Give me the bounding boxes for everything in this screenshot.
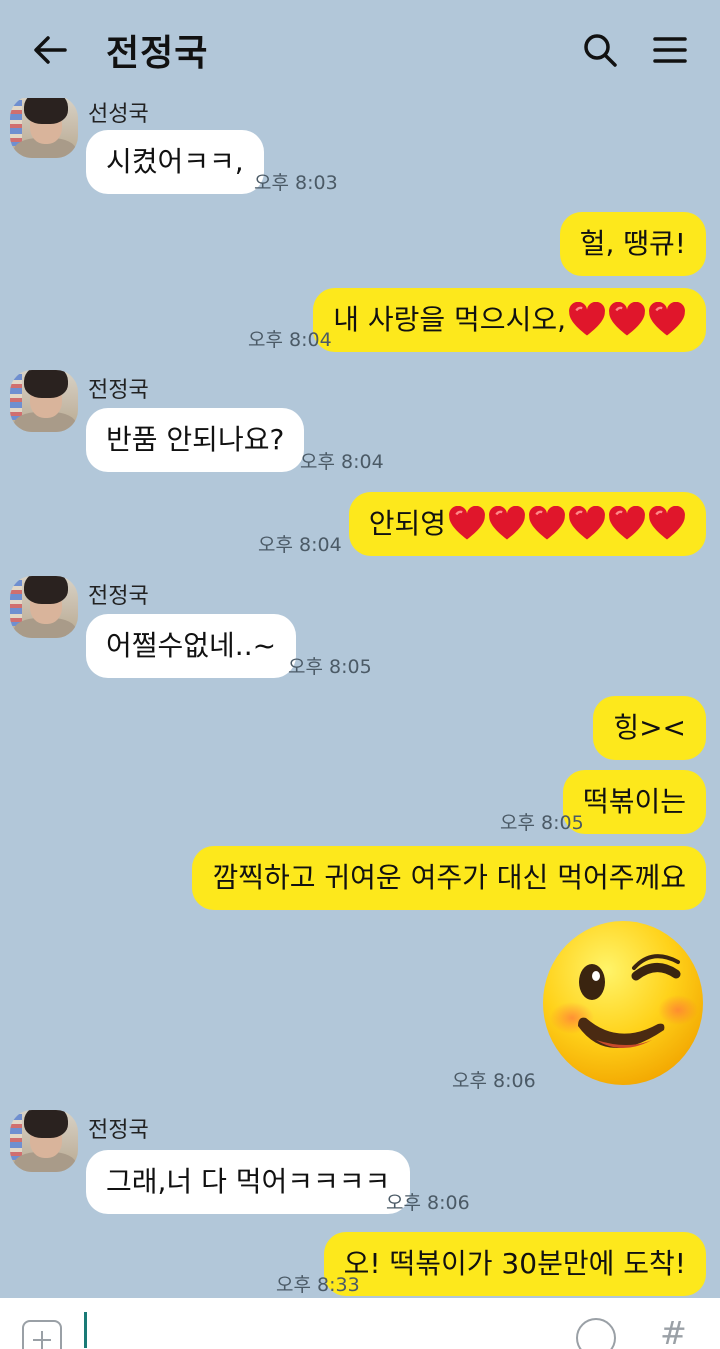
message-bubble-outgoing[interactable]: 힝><: [593, 696, 706, 760]
message-text: 깜찍하고 귀여운 여주가 대신 먹어주께요: [212, 861, 686, 894]
message-input-bar: #: [0, 1298, 720, 1349]
message-time: 오후 8:04: [300, 451, 384, 473]
message-time: 오후 8:33: [276, 1274, 360, 1296]
message-text: 떡볶이는: [582, 785, 686, 818]
message-time: 오후 8:06: [452, 1070, 536, 1092]
plus-icon[interactable]: [22, 1320, 62, 1349]
heart-icon: [649, 302, 685, 336]
message-text: 내 사랑을 먹으시오,: [333, 303, 566, 336]
heart-icon: [489, 506, 525, 540]
avatar[interactable]: [10, 576, 78, 638]
message-text: 안되영: [368, 507, 446, 540]
menu-icon: [653, 37, 687, 63]
message-bubble-outgoing[interactable]: 헐, 땡큐!: [559, 212, 706, 276]
arrow-left-icon: [34, 36, 67, 64]
message-bubble-incoming[interactable]: 시켰어ㅋㅋ,: [86, 130, 264, 194]
sender-name: 전정국: [88, 1118, 149, 1143]
sender-name: 선성국: [88, 102, 149, 127]
heart-icon: [609, 506, 645, 540]
message-bubble-incoming[interactable]: 어쩔수없네..~: [86, 614, 297, 678]
avatar[interactable]: [10, 96, 78, 158]
menu-button[interactable]: [648, 28, 692, 72]
message-input[interactable]: [84, 1312, 87, 1348]
message-text: 시켰어ㅋㅋ,: [106, 145, 244, 178]
heart-icon: [569, 302, 605, 336]
message-bubble-outgoing[interactable]: 내 사랑을 먹으시오,: [313, 288, 706, 352]
back-button[interactable]: [28, 28, 72, 72]
heart-emoji-group: [568, 302, 686, 338]
heart-icon: [569, 506, 605, 540]
message-text: 헐, 땡큐!: [579, 227, 686, 260]
sender-name: 전정국: [88, 378, 149, 403]
message-bubble-incoming[interactable]: 반품 안되나요?: [86, 408, 305, 472]
search-icon: [584, 34, 617, 67]
heart-icon: [449, 506, 485, 540]
message-text: 오! 떡볶이가 30분만에 도착!: [343, 1247, 686, 1280]
avatar[interactable]: [10, 1110, 78, 1172]
chat-header: 전정국: [0, 0, 720, 98]
search-button[interactable]: [578, 28, 622, 72]
chat-title: 전정국: [106, 33, 209, 74]
heart-icon: [609, 302, 645, 336]
message-text: 어쩔수없네..~: [106, 629, 277, 662]
hash-button[interactable]: #: [660, 1314, 687, 1349]
heart-icon: [649, 506, 685, 540]
winking-face-emoji[interactable]: [538, 918, 708, 1088]
message-time: 오후 8:05: [288, 656, 372, 678]
message-bubble-incoming[interactable]: 그래,너 다 먹어ㅋㅋㅋㅋ: [86, 1150, 411, 1214]
avatar[interactable]: [10, 370, 78, 432]
message-text: 그래,너 다 먹어ㅋㅋㅋㅋ: [106, 1165, 391, 1198]
message-bubble-outgoing[interactable]: 떡볶이는: [562, 770, 706, 834]
message-text: 힝><: [613, 711, 686, 744]
message-time: 오후 8:04: [248, 329, 332, 351]
message-time: 오후 8:04: [258, 534, 342, 556]
message-bubble-outgoing[interactable]: 깜찍하고 귀여운 여주가 대신 먹어주께요: [192, 846, 706, 910]
smiley-icon[interactable]: [576, 1318, 616, 1349]
message-time: 오후 8:06: [386, 1192, 470, 1214]
heart-emoji-group: [448, 506, 686, 542]
message-bubble-outgoing[interactable]: 오! 떡볶이가 30분만에 도착!: [323, 1232, 706, 1296]
message-bubble-outgoing[interactable]: 안되영: [348, 492, 706, 556]
message-time: 오후 8:05: [500, 812, 584, 834]
chat-area[interactable]: 선성국 시켰어ㅋㅋ, 오후 8:03 헐, 땡큐! 내 사랑을 먹으시오, 오후…: [0, 0, 720, 1298]
heart-icon: [529, 506, 565, 540]
message-time: 오후 8:03: [254, 172, 338, 194]
sender-name: 전정국: [88, 584, 149, 609]
message-text: 반품 안되나요?: [106, 423, 285, 456]
